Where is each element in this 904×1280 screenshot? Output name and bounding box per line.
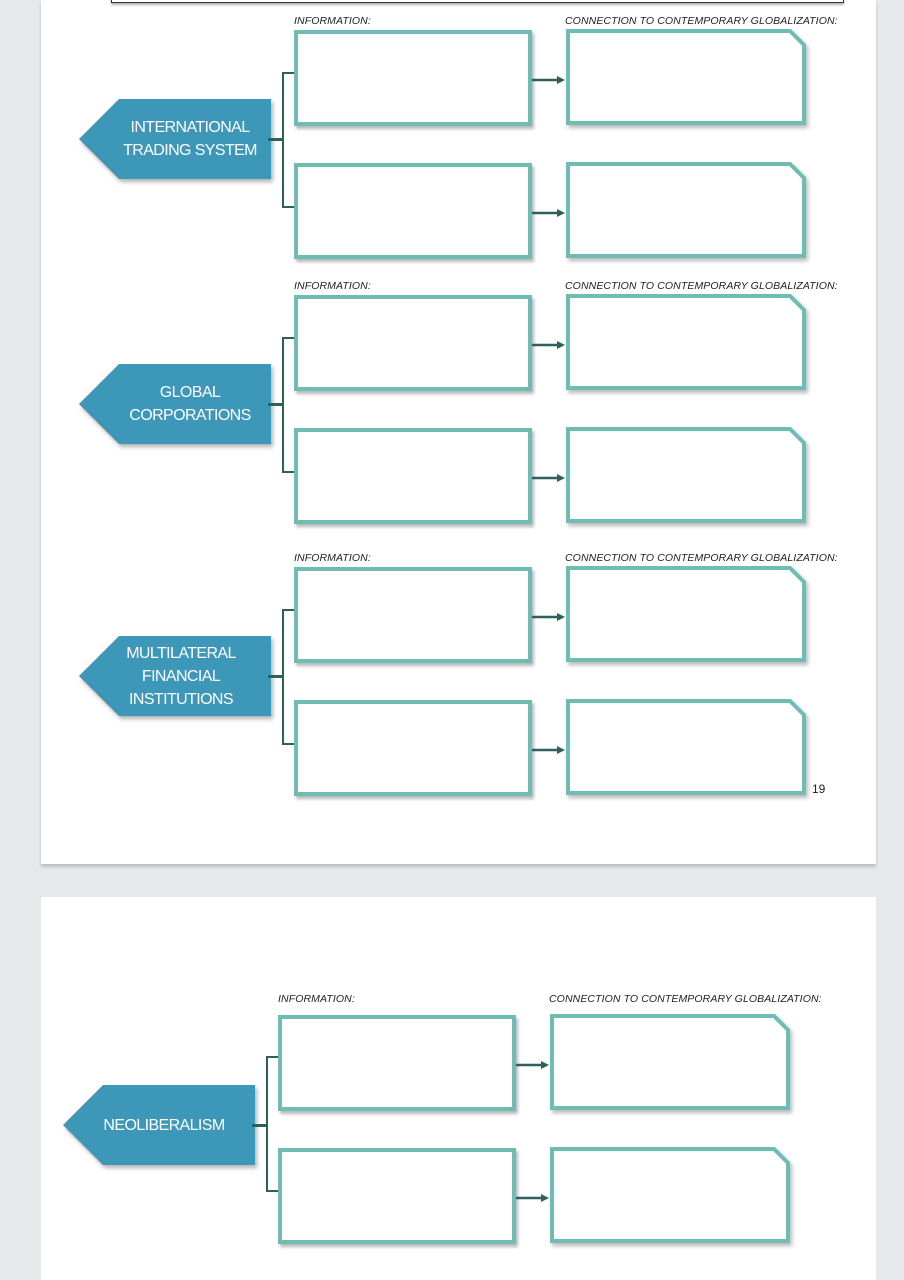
arrow-right-icon [532, 209, 565, 217]
topic-title-line: CORPORATIONS [129, 407, 251, 424]
connection-box-2[interactable] [550, 1147, 790, 1243]
topic-title-line: NEOLIBERALISM [103, 1116, 225, 1134]
topic-tag: NEOLIBERALISM [63, 1085, 255, 1165]
information-box-2[interactable] [278, 1148, 516, 1244]
information-box-1[interactable] [294, 30, 532, 126]
document-page-2: INFORMATION: CONNECTION TO CONTEMPORARY … [41, 897, 876, 1280]
connection-box-2[interactable] [566, 427, 806, 523]
connection-box-2[interactable] [566, 699, 806, 795]
connector-bracket [282, 72, 294, 208]
topic-tag: GLOBAL CORPORATIONS [79, 364, 271, 444]
connector-bracket [282, 337, 294, 473]
topic-title-line: GLOBAL [159, 384, 221, 401]
information-label: INFORMATION: [294, 280, 371, 292]
information-label: INFORMATION: [294, 552, 371, 564]
connection-box-1[interactable] [550, 1014, 790, 1110]
connection-label: CONNECTION TO CONTEMPORARY GLOBALIZATION… [565, 15, 838, 27]
topic-title: NEOLIBERALISM [83, 1085, 245, 1165]
arrow-right-icon [532, 341, 565, 349]
connection-label: CONNECTION TO CONTEMPORARY GLOBALIZATION… [549, 993, 822, 1005]
previous-table-bottom-border [111, 0, 844, 3]
document-page-1: INFORMATION: CONNECTION TO CONTEMPORARY … [41, 0, 876, 864]
information-label: INFORMATION: [278, 993, 355, 1005]
information-box-1[interactable] [278, 1015, 516, 1111]
topic-tag: MULTILATERAL FINANCIAL INSTITUTIONS [79, 636, 271, 716]
topic-title-line: INTERNATIONAL [130, 119, 250, 136]
connection-box-2[interactable] [566, 162, 806, 258]
section-multilateral-financial-institutions: INFORMATION: CONNECTION TO CONTEMPORARY … [41, 552, 876, 822]
arrow-right-icon [532, 76, 565, 84]
connection-label: CONNECTION TO CONTEMPORARY GLOBALIZATION… [565, 280, 838, 292]
topic-title: MULTILATERAL FINANCIAL INSTITUTIONS [103, 636, 259, 716]
arrow-right-icon [532, 474, 565, 482]
information-box-1[interactable] [294, 567, 532, 663]
arrow-right-icon [532, 746, 565, 754]
information-box-2[interactable] [294, 428, 532, 524]
topic-title-line: INSTITUTIONS [129, 690, 234, 708]
connector-bracket [282, 609, 294, 745]
arrow-right-icon [532, 613, 565, 621]
topic-title-line: TRADING SYSTEM [123, 142, 257, 159]
connection-box-1[interactable] [566, 29, 806, 125]
connection-box-1[interactable] [566, 566, 806, 662]
page-number: 19 [812, 782, 826, 796]
topic-title: GLOBAL CORPORATIONS [109, 364, 271, 444]
information-box-2[interactable] [294, 700, 532, 796]
topic-tag: INTERNATIONAL TRADING SYSTEM [79, 99, 271, 179]
section-neoliberalism: INFORMATION: CONNECTION TO CONTEMPORARY … [25, 993, 860, 1263]
section-international-trading-system: INFORMATION: CONNECTION TO CONTEMPORARY … [41, 15, 876, 285]
arrow-right-icon [516, 1194, 549, 1202]
information-box-2[interactable] [294, 163, 532, 259]
information-box-1[interactable] [294, 295, 532, 391]
connection-label: CONNECTION TO CONTEMPORARY GLOBALIZATION… [565, 552, 838, 564]
topic-title-line: FINANCIAL [141, 667, 221, 685]
arrow-right-icon [516, 1061, 549, 1069]
topic-title-line: MULTILATERAL [126, 644, 236, 662]
topic-title: INTERNATIONAL TRADING SYSTEM [109, 99, 271, 179]
information-label: INFORMATION: [294, 15, 371, 27]
section-global-corporations: INFORMATION: CONNECTION TO CONTEMPORARY … [41, 280, 876, 550]
connector-bracket [266, 1056, 278, 1192]
connection-box-1[interactable] [566, 294, 806, 390]
